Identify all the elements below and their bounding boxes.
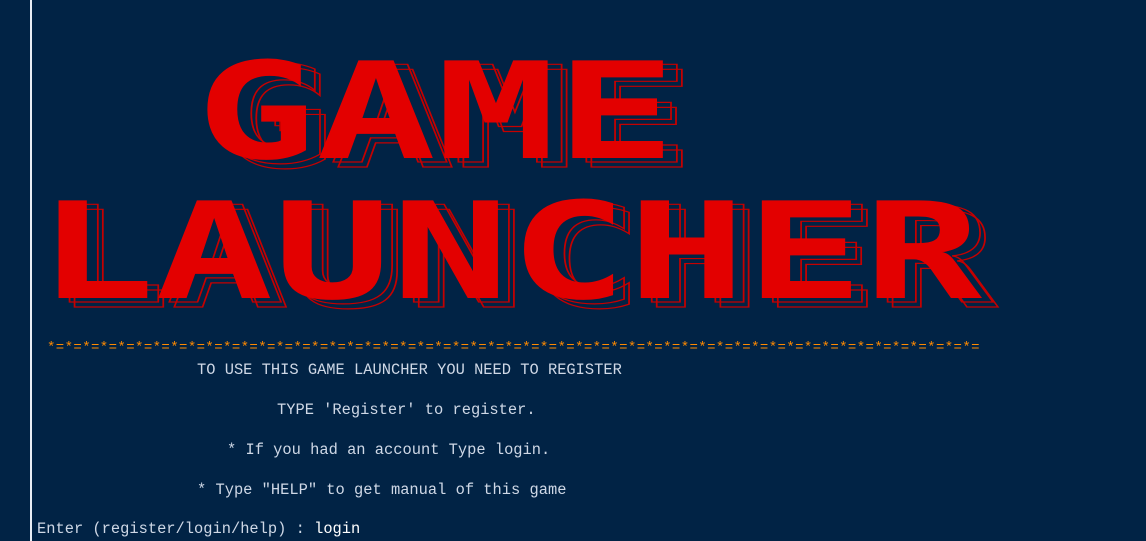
- help-hint: * Type "HELP" to get manual of this game: [197, 481, 567, 499]
- banner-line1: GAME: [196, 34, 676, 190]
- game-launcher-banner: GAME GAME GAME LAUNCHER LAUNCHER LAUNCHE…: [37, 34, 999, 320]
- register-notice: TO USE THIS GAME LAUNCHER YOU NEED TO RE…: [197, 361, 622, 379]
- register-hint: TYPE 'Register' to register.: [277, 401, 536, 419]
- terminal-window: GAME GAME GAME LAUNCHER LAUNCHER LAUNCHE…: [0, 0, 1146, 541]
- banner-line2: LAUNCHER: [37, 174, 982, 320]
- prompt-label: Enter (register/login/help) :: [37, 520, 315, 538]
- prompt-input[interactable]: login: [314, 520, 360, 538]
- command-prompt[interactable]: Enter (register/login/help) : login: [37, 519, 360, 539]
- login-hint: * If you had an account Type login.: [227, 441, 551, 459]
- divider-line: *=*=*=*=*=*=*=*=*=*=*=*=*=*=*=*=*=*=*=*=…: [47, 340, 980, 356]
